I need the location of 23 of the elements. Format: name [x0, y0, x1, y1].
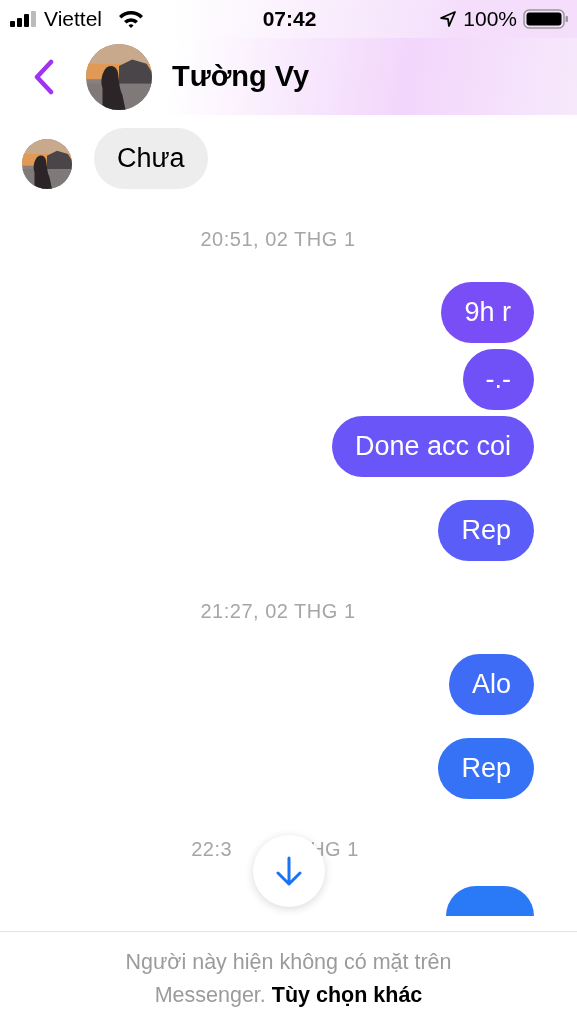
signal-icon — [10, 11, 38, 27]
message-bubble: Chưa — [94, 128, 208, 189]
back-button[interactable] — [32, 58, 56, 95]
battery-icon — [523, 9, 569, 29]
more-options-link[interactable]: Tùy chọn khác — [271, 983, 423, 1007]
arrow-down-icon — [276, 856, 302, 886]
message-bubble: -.- — [462, 349, 534, 410]
location-icon — [439, 10, 458, 28]
message-bubble: 9h r — [441, 282, 534, 343]
contact-name: Tường Vy — [172, 60, 310, 93]
battery-percent: 100% — [463, 7, 517, 31]
clock-time: 07:42 — [262, 7, 317, 31]
message-bubble: Alo — [448, 654, 534, 715]
unavailable-notice: Người này hiện không có mặt trên Messenger. Tùy chọn khác — [124, 949, 453, 1009]
message-bubble: Rep — [438, 738, 534, 799]
message-bubble: Rep — [438, 500, 534, 561]
timestamp: 22:3 — [191, 838, 233, 861]
wifi-icon — [118, 9, 144, 29]
timestamp: 21:27, 02 THG 1 — [200, 600, 356, 623]
carrier-name: Viettel — [44, 7, 102, 31]
back-icon — [32, 58, 56, 95]
message-bubble: Done acc coi — [331, 416, 534, 477]
timestamp: 20:51, 02 THG 1 — [200, 228, 356, 251]
